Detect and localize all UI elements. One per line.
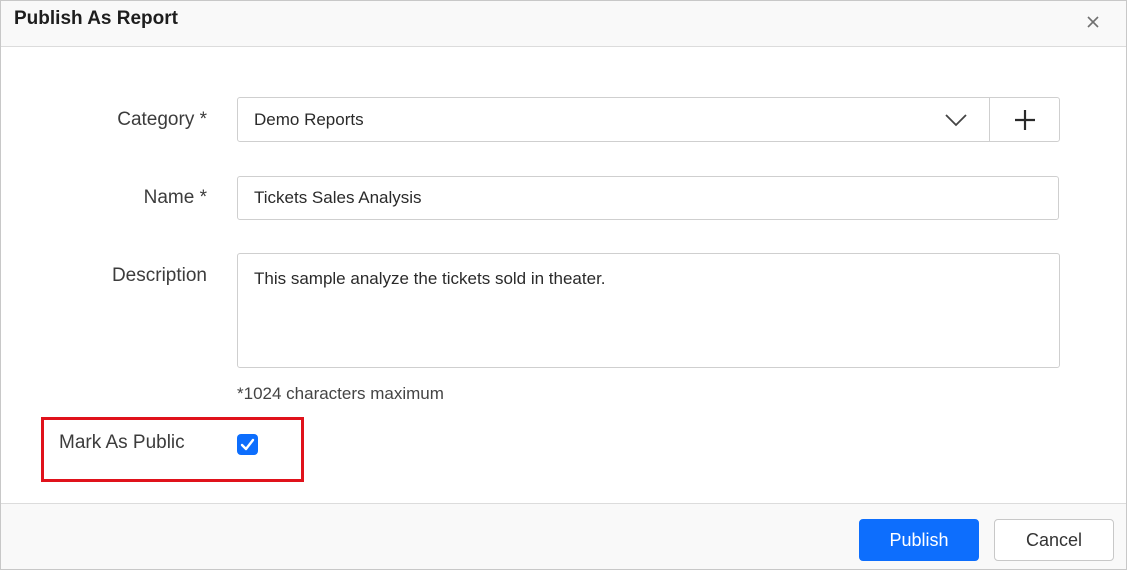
publish-dialog: Publish As Report Category * Demo Report… — [0, 0, 1127, 570]
mark-public-checkbox[interactable] — [237, 434, 258, 455]
name-label: Name * — [143, 187, 207, 208]
publish-button[interactable]: Publish — [859, 519, 979, 561]
dialog-header: Publish As Report — [1, 1, 1126, 47]
category-dropdown[interactable]: Demo Reports — [237, 97, 990, 142]
name-input-value: Tickets Sales Analysis — [254, 188, 422, 207]
check-icon — [240, 438, 255, 451]
dialog-footer: Publish Cancel — [1, 503, 1126, 569]
category-label: Category * — [117, 109, 207, 130]
description-hint: *1024 characters maximum — [237, 384, 444, 403]
category-selected-value: Demo Reports — [254, 110, 364, 129]
add-category-button[interactable] — [989, 97, 1060, 142]
description-value: This sample analyze the tickets sold in … — [254, 269, 606, 288]
name-input[interactable]: Tickets Sales Analysis — [237, 176, 1059, 220]
dialog-title: Publish As Report — [14, 8, 178, 29]
description-label: Description — [111, 265, 207, 286]
description-textarea[interactable]: This sample analyze the tickets sold in … — [237, 253, 1060, 368]
chevron-down-icon[interactable] — [944, 110, 968, 130]
close-icon[interactable] — [1082, 11, 1104, 33]
mark-public-label: Mark As Public — [59, 432, 185, 453]
cancel-button[interactable]: Cancel — [994, 519, 1114, 561]
plus-icon — [1015, 110, 1035, 130]
